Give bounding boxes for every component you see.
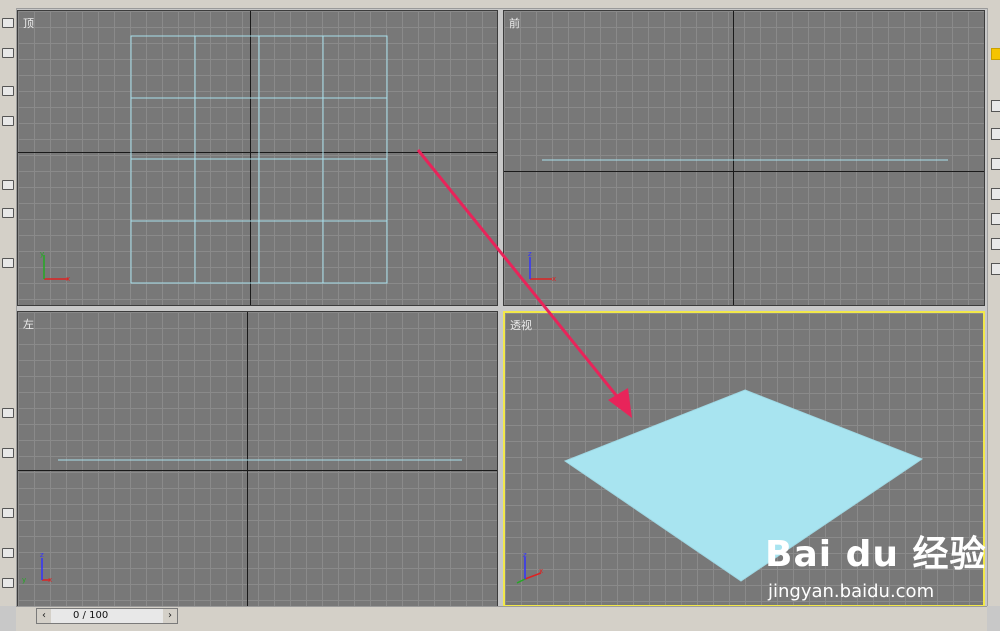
tool-button[interactable]: [2, 208, 14, 218]
tool-button[interactable]: [2, 408, 14, 418]
svg-text:z: z: [40, 551, 44, 559]
viewport-front[interactable]: 前 x z: [503, 10, 985, 306]
time-slider-bar: ‹ 0 / 100 ›: [16, 606, 987, 631]
plane-wireframe-top[interactable]: [18, 11, 498, 306]
svg-text:z: z: [528, 250, 532, 258]
axis-gizmo: x y: [40, 250, 70, 283]
time-slider[interactable]: ‹ 0 / 100 ›: [36, 608, 178, 624]
tool-button[interactable]: [2, 448, 14, 458]
panel-button[interactable]: [991, 188, 1000, 200]
chevron-right-icon[interactable]: ›: [163, 609, 177, 623]
tool-button[interactable]: [2, 18, 14, 28]
baidu-jingyan-watermark: Bai du 经验 jingyan.baidu.com: [765, 525, 990, 605]
tool-button[interactable]: [2, 578, 14, 588]
plane-edge-left[interactable]: [18, 312, 498, 607]
viewport-left[interactable]: 左 x z y: [17, 311, 498, 607]
command-panel: [987, 8, 1000, 606]
chevron-left-icon[interactable]: ‹: [37, 609, 51, 623]
panel-button[interactable]: [991, 158, 1000, 170]
svg-text:x: x: [48, 576, 52, 584]
panel-button[interactable]: [991, 213, 1000, 225]
svg-text:z: z: [523, 551, 527, 559]
tool-button[interactable]: [2, 86, 14, 96]
tool-button[interactable]: [2, 116, 14, 126]
panel-button[interactable]: [991, 128, 1000, 140]
panel-button[interactable]: [991, 100, 1000, 112]
main-toolbar: [0, 0, 1000, 9]
watermark-brand: Bai du 经验: [765, 534, 987, 575]
tool-button[interactable]: [2, 258, 14, 268]
svg-text:x: x: [66, 275, 70, 283]
svg-text:x: x: [539, 567, 543, 575]
axis-gizmo: x z y: [22, 551, 52, 584]
viewport-top[interactable]: 顶 x y: [17, 10, 498, 306]
tool-button[interactable]: [2, 180, 14, 190]
svg-text:y: y: [40, 250, 44, 258]
left-toolbar: [0, 8, 17, 606]
plane-edge-front[interactable]: [504, 11, 985, 306]
tool-button[interactable]: [2, 548, 14, 558]
frame-counter: 0 / 100: [73, 610, 109, 621]
panel-tab-button[interactable]: [991, 48, 1000, 60]
tool-button[interactable]: [2, 48, 14, 58]
svg-text:x: x: [552, 275, 556, 283]
axis-gizmo: x z: [528, 250, 556, 283]
panel-button[interactable]: [991, 238, 1000, 250]
tool-button[interactable]: [2, 508, 14, 518]
svg-text:y: y: [22, 576, 26, 584]
panel-button[interactable]: [991, 263, 1000, 275]
axis-gizmo: x z: [516, 551, 543, 584]
watermark-url: jingyan.baidu.com: [768, 581, 935, 602]
